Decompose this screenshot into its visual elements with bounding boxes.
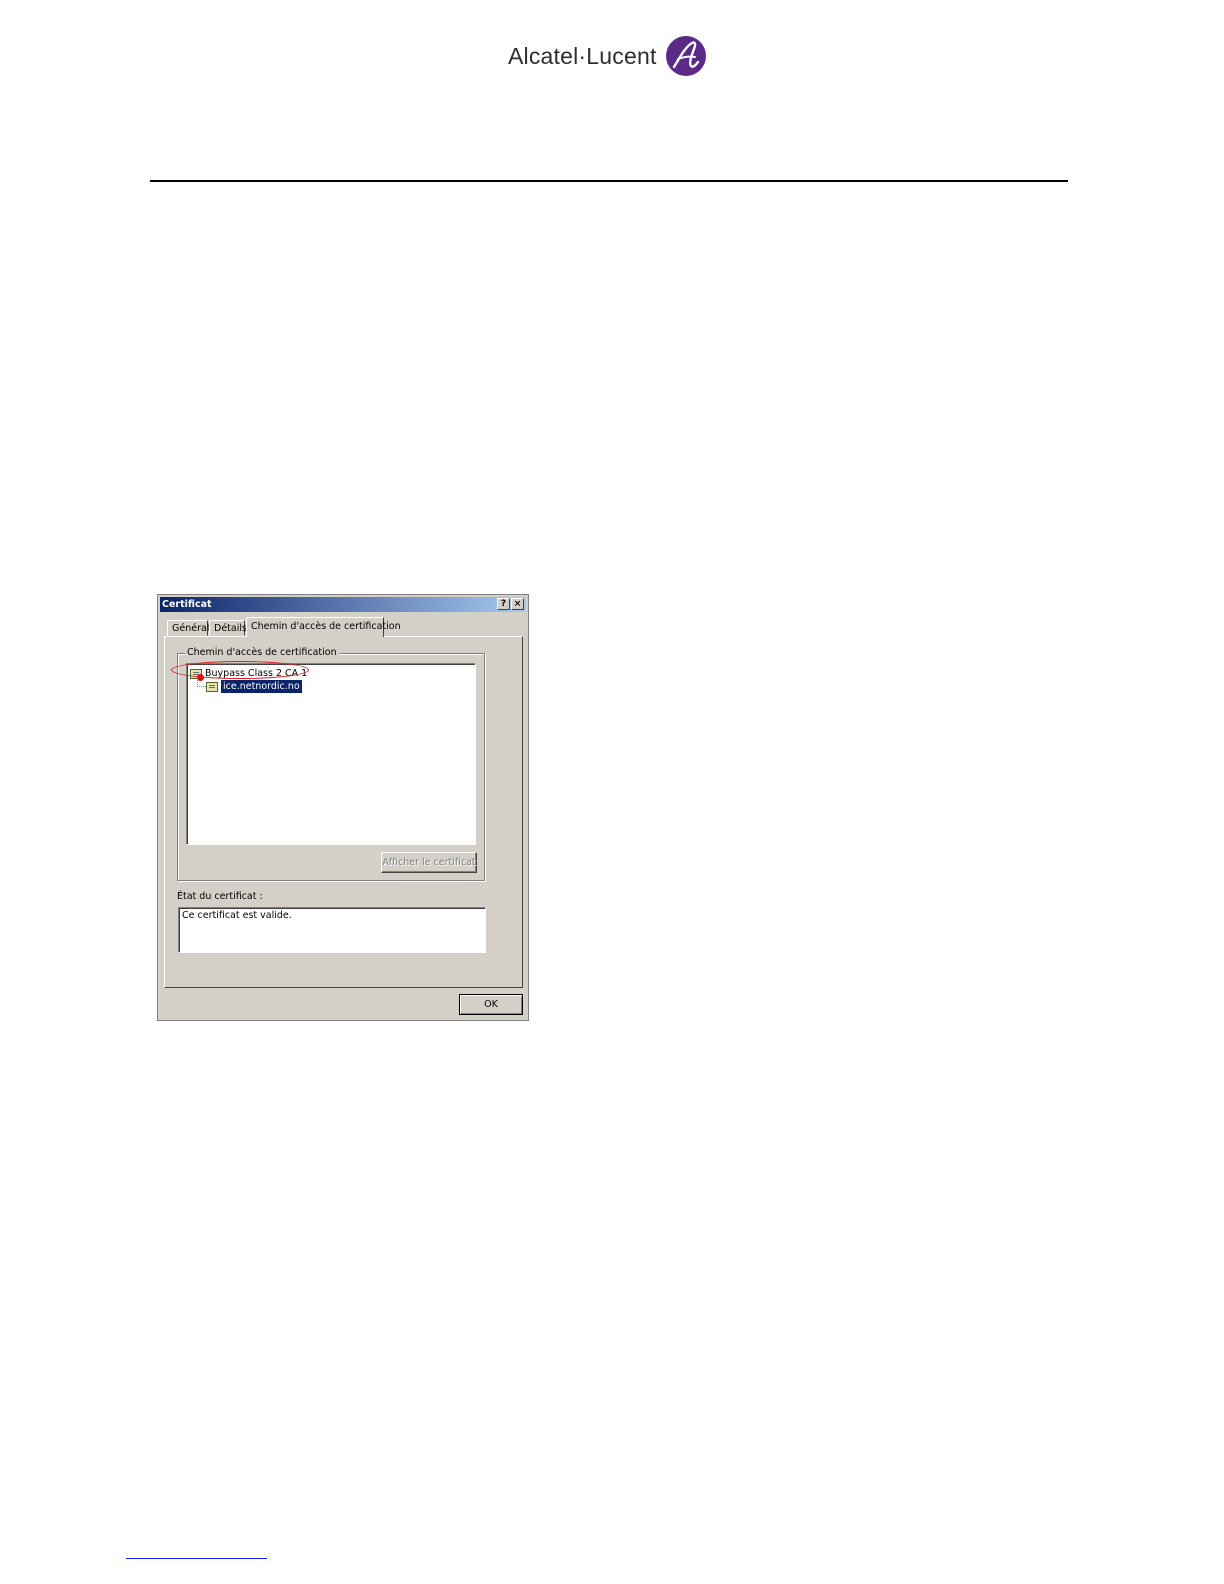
ok-button[interactable]: OK <box>459 994 523 1015</box>
tab-panel: Chemin d'accès de certification Buypass … <box>164 636 523 988</box>
certificate-error-icon <box>190 668 204 681</box>
close-button[interactable]: × <box>511 598 524 610</box>
dialog-title: Certificat <box>162 599 212 610</box>
tree-item-root[interactable]: Buypass Class 2 CA 1 <box>171 661 309 681</box>
footnote-rule <box>126 1558 267 1559</box>
tree-item-label: ice.netnordic.no <box>221 680 302 693</box>
certificate-status-label: État du certificat : <box>177 891 263 902</box>
certification-path-group: Chemin d'accès de certification Buypass … <box>171 647 485 881</box>
dialog-titlebar: Certificat ? × <box>160 597 526 612</box>
tab-general[interactable]: Général <box>167 620 209 636</box>
view-certificate-button[interactable]: Afficher le certificat <box>381 852 477 873</box>
certificate-tree[interactable]: Buypass Class 2 CA 1 ice.netnordic.no <box>171 661 476 845</box>
tab-details[interactable]: Détails <box>209 620 247 636</box>
certificate-dialog: Certificat ? × Général Détails Chemin d'… <box>157 594 529 1021</box>
header-rule <box>150 180 1068 182</box>
certificate-icon <box>206 681 218 692</box>
group-label: Chemin d'accès de certification <box>185 647 339 659</box>
tree-connector <box>197 678 206 687</box>
alcatel-lucent-logo-icon <box>665 36 706 76</box>
logo-text: Alcatel·Lucent <box>508 42 657 69</box>
tree-item-child[interactable]: ice.netnordic.no <box>206 680 302 693</box>
certificate-status-text: Ce certificat est valide. <box>178 907 486 953</box>
help-button[interactable]: ? <box>497 598 510 610</box>
company-logo: Alcatel·Lucent <box>508 34 707 78</box>
tab-certification-path[interactable]: Chemin d'accès de certification <box>246 617 401 637</box>
tree-item-label: Buypass Class 2 CA 1 <box>205 668 308 679</box>
